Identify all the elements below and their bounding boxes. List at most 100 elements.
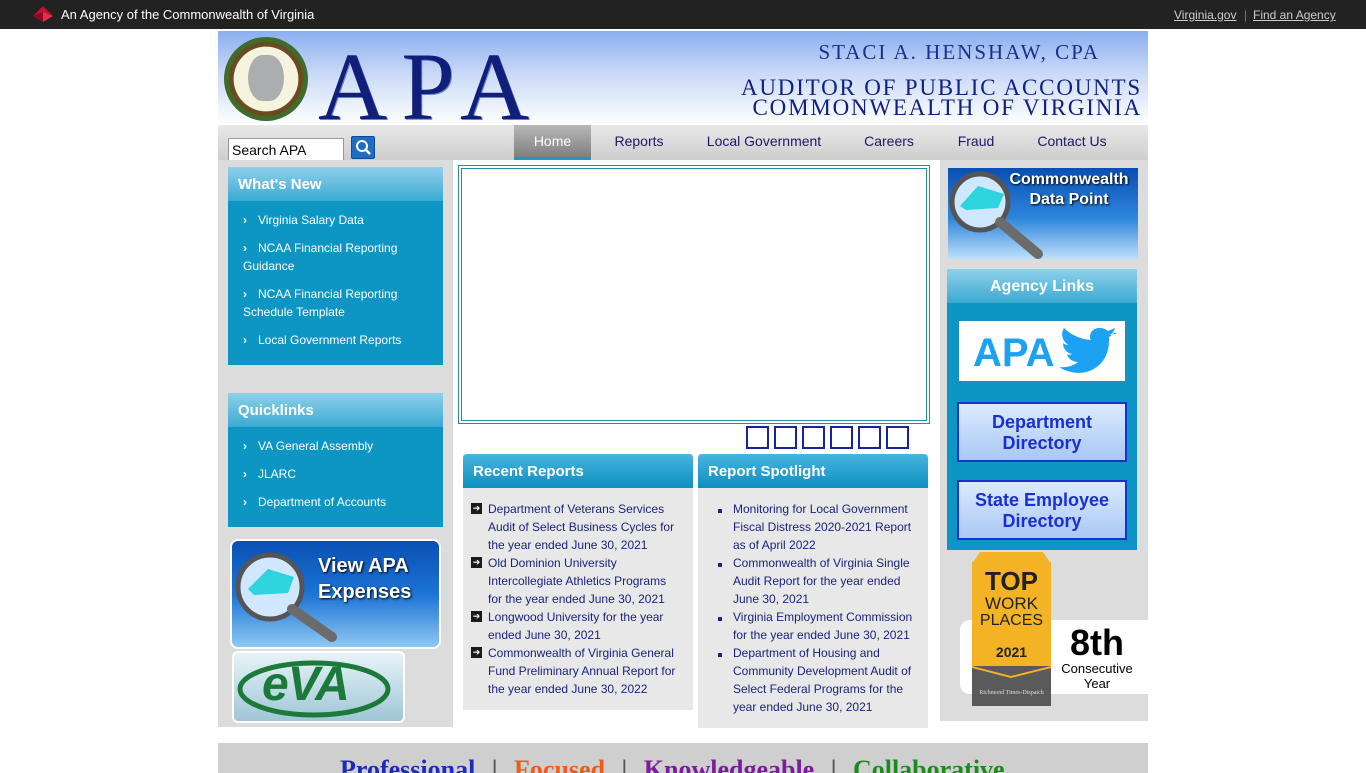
- department-directory-button[interactable]: Department Directory: [957, 402, 1127, 462]
- whats-new-item[interactable]: › Virginia Salary Data: [243, 211, 423, 229]
- link-divider: |: [1244, 8, 1248, 22]
- top-work-places-badge[interactable]: TOP WORK PLACES 2021 Richmond Times-Disp…: [972, 552, 1051, 706]
- office-line-2: COMMONWEALTH OF VIRGINIA: [752, 95, 1142, 120]
- slider-pager-6[interactable]: [886, 426, 909, 449]
- state-directory-line-1: State Employee: [974, 490, 1110, 510]
- whats-new-title: What's New: [228, 167, 443, 201]
- recent-report-link[interactable]: Old Dominion University Intercollegiate …: [488, 554, 680, 608]
- nav-reports[interactable]: Reports: [603, 125, 675, 160]
- badge-chevron-icon: [972, 666, 1051, 678]
- slider-pager-2[interactable]: [774, 426, 797, 449]
- spotlight-report-link[interactable]: Commonwealth of Virginia Single Audit Re…: [733, 554, 917, 608]
- award-places: PLACES: [979, 612, 1044, 629]
- apa-logo[interactable]: APA: [318, 31, 543, 125]
- tagline-divider: |: [491, 755, 498, 773]
- left-sidebar: What's New › Virginia Salary Data › NCAA F…: [218, 160, 453, 727]
- spotlight-report-link[interactable]: Monitoring for Local Government Fiscal D…: [733, 500, 917, 554]
- bullet-icon: [718, 617, 722, 621]
- view-expenses-button[interactable]: View APA Expenses: [230, 539, 441, 649]
- report-spotlight-title: Report Spotlight: [698, 454, 928, 488]
- expenses-line-1: View APA: [318, 555, 409, 577]
- state-employee-directory-button[interactable]: State Employee Directory: [957, 480, 1127, 540]
- recent-reports-panel: Recent Reports ➔ Department of Veterans …: [463, 454, 693, 710]
- award-year: 2021: [995, 644, 1028, 660]
- spotlight-report-link[interactable]: Department of Housing and Community Deve…: [733, 644, 917, 716]
- main-nav: Home Reports Local Government Careers Fr…: [218, 125, 1148, 161]
- quicklink-item[interactable]: › JLARC: [243, 465, 423, 483]
- office-title: AUDITOR OF PUBLIC ACCOUNTS COMMONWEALTH …: [741, 76, 1142, 120]
- auditor-name: STACI A. HENSHAW, CPA: [818, 40, 1100, 64]
- slider-pager-1[interactable]: [746, 426, 769, 449]
- arrow-right-icon: ➔: [471, 611, 482, 622]
- find-agency-link[interactable]: Find an Agency: [1253, 8, 1336, 22]
- agency-statement: An Agency of the Commonwealth of Virgini…: [61, 7, 315, 22]
- whats-new-item[interactable]: › Local Government Reports: [243, 331, 423, 349]
- award-source: Richmond Times-Dispatch: [979, 690, 1044, 696]
- apa-twitter-text: APA: [973, 331, 1055, 375]
- eva-logo: eVA: [262, 658, 350, 711]
- award-work: WORK: [985, 594, 1038, 613]
- chevron-right-icon: ›: [243, 287, 247, 301]
- chevron-right-icon: ›: [243, 495, 247, 509]
- tagline-word: Focused: [514, 755, 606, 773]
- award-consecutive: Consecutive: [1061, 661, 1133, 676]
- chevron-right-icon: ›: [243, 333, 247, 347]
- tagline-divider: |: [830, 755, 837, 773]
- quicklink-item[interactable]: › Department of Accounts: [243, 493, 423, 511]
- nav-contact-us[interactable]: Contact Us: [1028, 125, 1116, 160]
- chevron-right-icon: ›: [243, 467, 247, 481]
- quicklink-item[interactable]: › VA General Assembly: [243, 437, 423, 455]
- search-icon: [356, 140, 371, 155]
- nav-careers[interactable]: Careers: [854, 125, 924, 160]
- apa-twitter-button[interactable]: APA: [957, 319, 1127, 383]
- report-spotlight-panel: Report Spotlight Monitoring for Local Go…: [698, 454, 928, 728]
- tagline-word: Professional: [340, 755, 476, 773]
- commonwealth-bar: An Agency of the Commonwealth of Virgini…: [0, 0, 1366, 29]
- badge-notch-icon: [972, 552, 1051, 564]
- expenses-line-2: Expenses: [318, 581, 412, 603]
- chevron-right-icon: ›: [243, 241, 247, 255]
- chevron-right-icon: ›: [243, 439, 247, 453]
- arrow-right-icon: ➔: [471, 557, 482, 568]
- tagline-divider: |: [621, 755, 628, 773]
- quicklinks-title: Quicklinks: [228, 393, 443, 427]
- tagline-word: Collaborative: [852, 755, 1005, 773]
- chevron-right-icon: ›: [243, 213, 247, 227]
- tagline-word: Knowledgeable: [643, 755, 815, 773]
- nav-local-government[interactable]: Local Government: [698, 125, 830, 160]
- featured-slider[interactable]: [458, 165, 930, 424]
- data-point-button[interactable]: Commonwealth Data Point: [948, 168, 1138, 259]
- nav-home[interactable]: Home: [514, 125, 591, 160]
- search-button[interactable]: [351, 136, 375, 159]
- whats-new-item[interactable]: › NCAA Financial Reporting Schedule Templ…: [243, 285, 423, 321]
- whats-new-item[interactable]: › NCAA Financial Reporting Guidance: [243, 239, 423, 275]
- bullet-icon: [718, 509, 722, 513]
- arrow-right-icon: ➔: [471, 647, 482, 658]
- recent-report-link[interactable]: Commonwealth of Virginia General Fund Pr…: [488, 644, 680, 698]
- spotlight-report-link[interactable]: Virginia Employment Commission for the y…: [733, 608, 917, 644]
- slider-pager-3[interactable]: [802, 426, 825, 449]
- nav-fraud[interactable]: Fraud: [948, 125, 1004, 160]
- award-footer: Richmond Times-Dispatch: [972, 666, 1051, 706]
- award-year-word: Year: [1083, 676, 1111, 691]
- data-point-line-1: Commonwealth: [1009, 171, 1129, 188]
- virginia-gov-link[interactable]: Virginia.gov: [1174, 8, 1236, 22]
- award-rank: 8th: [1070, 622, 1124, 663]
- whats-new-panel: What's New › Virginia Salary Data › NCAA F…: [228, 167, 443, 365]
- recent-report-link[interactable]: Longwood University for the year ended J…: [488, 608, 680, 644]
- dept-directory-line-2: Directory: [1002, 433, 1082, 453]
- search-input[interactable]: [228, 138, 344, 161]
- virginia-seal-icon[interactable]: [224, 37, 308, 121]
- eva-button[interactable]: eVA: [232, 651, 405, 723]
- award-top: TOP: [985, 566, 1038, 596]
- slider-pager-5[interactable]: [858, 426, 881, 449]
- recent-reports-title: Recent Reports: [463, 454, 693, 488]
- bullet-icon: [718, 653, 722, 657]
- slider-pager-4[interactable]: [830, 426, 853, 449]
- right-sidebar: Commonwealth Data Point Agency Links APA…: [940, 160, 1148, 721]
- recent-report-link[interactable]: Department of Veterans Services Audit of…: [488, 500, 680, 554]
- dept-directory-line-1: Department: [991, 412, 1093, 432]
- agency-links-title: Agency Links: [947, 269, 1137, 303]
- state-directory-line-2: Directory: [1002, 511, 1082, 531]
- cardinal-icon: [33, 6, 53, 22]
